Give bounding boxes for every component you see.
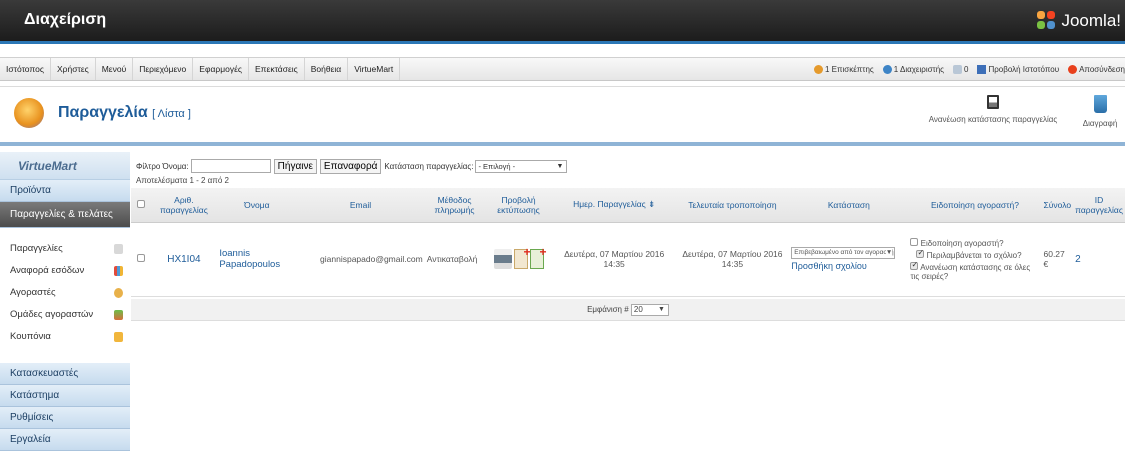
trash-icon: [1093, 95, 1107, 113]
display-count-select[interactable]: 20 ▼: [630, 303, 669, 316]
sidebar-item-products[interactable]: Προϊόντα: [0, 180, 130, 202]
user-icon: [813, 64, 823, 74]
menu-components[interactable]: Εφαρμογές: [193, 58, 249, 80]
customer-name-link[interactable]: Ioannis Papadopoulos: [219, 248, 280, 270]
page-toolbar: Παραγγελία [ Λίστα ] Ανανέωση κατάστασης…: [0, 86, 1125, 146]
menu-menus[interactable]: Μενού: [96, 58, 134, 80]
go-button[interactable]: Πήγαινε: [273, 158, 317, 174]
joomla-wordmark: Joomla!: [1061, 11, 1121, 30]
sort-icon: ⇟: [648, 199, 656, 210]
col-payment[interactable]: Μέθοδος πληρωμής: [424, 188, 485, 223]
page-subtitle: [ Λίστα ]: [152, 108, 191, 120]
save-icon: [987, 95, 999, 109]
sidebar-item-shop[interactable]: Κατάστημα: [0, 385, 130, 407]
last-modified-date: Δευτέρα, 07 Μαρτίου 2016 14:35: [675, 222, 790, 297]
chevron-down-icon: ▼: [657, 305, 665, 313]
order-status-select[interactable]: Επιβεβαιωμένο από τον αγοραστή ▼: [791, 247, 896, 259]
page-title: Παραγγελία [ Λίστα ]: [58, 104, 191, 121]
select-all-checkbox[interactable]: [136, 199, 145, 208]
printer-icon[interactable]: [493, 249, 512, 269]
joomla-logo-icon: [1037, 11, 1057, 31]
print-view-cell: + +: [484, 222, 553, 297]
monitor-icon: [977, 64, 987, 74]
col-order-number[interactable]: Αριθ. παραγγελίας: [150, 188, 218, 223]
sidebar-item-buyers[interactable]: Αγοραστές: [0, 282, 130, 304]
visitors-status: 1 Επισκέπτης: [813, 64, 874, 74]
name-filter-input[interactable]: [190, 159, 271, 173]
status-filter-label: Κατάσταση παραγγελίας:: [384, 161, 474, 171]
sidebar-item-coupons[interactable]: Κουπόνια: [0, 326, 130, 348]
payment-method: Αντικαταβολή: [424, 222, 485, 297]
update-status-button[interactable]: Ανανέωση κατάστασης παραγγελίας: [928, 95, 1058, 124]
logout-link[interactable]: Αποσύνδεση: [1068, 64, 1125, 74]
orders-icon: [14, 98, 44, 128]
notify-cell: Ειδοποίηση αγοραστή? Περιλαμβάνεται το σ…: [908, 222, 1042, 297]
admin-title: Διαχείριση: [24, 11, 107, 28]
admin-header: Διαχείριση Joomla!: [0, 0, 1125, 44]
col-total[interactable]: Σύνολο: [1041, 188, 1074, 223]
col-print-view: Προβολή εκτύπωσης: [484, 188, 553, 223]
menu-virtuemart[interactable]: VirtueMart: [348, 58, 401, 80]
admins-status: 1 Διαχειριστής: [882, 64, 944, 74]
chevron-down-icon: ▼: [885, 248, 893, 258]
results-count: Αποτελέσματα 1 - 2 από 2: [136, 176, 229, 185]
menu-help[interactable]: Βοήθεια: [305, 58, 349, 80]
virtuemart-sidebar: VirtueMart Προϊόντα Παραγγελίες & πελάτε…: [0, 152, 130, 472]
order-date: Δευτέρα, 07 Μαρτίου 2016 14:35: [552, 222, 676, 297]
update-all-checkbox[interactable]: [910, 260, 919, 270]
sidebar-item-buyer-groups[interactable]: Ομάδες αγοραστών: [0, 304, 130, 326]
col-order-date[interactable]: Ημερ. Παραγγελίας ⇟: [552, 188, 676, 223]
notify-buyer-checkbox[interactable]: [910, 237, 919, 246]
messages-status[interactable]: 0: [953, 64, 968, 74]
user-group-icon: [114, 288, 123, 298]
gift-icon: [114, 332, 123, 342]
include-comment-checkbox[interactable]: [916, 248, 925, 258]
view-site-link[interactable]: Προβολή Ιστοτόπου: [977, 64, 1059, 74]
reset-button[interactable]: Επαναφορά: [319, 158, 382, 174]
main-menu-bar: Ιστότοπος Χρήστες Μενού Περιεχόμενο Εφαρ…: [0, 57, 1125, 81]
status-cell: Επιβεβαιωμένο από τον αγοραστή ▼ Προσθήκη…: [789, 222, 909, 297]
pagination-bar: Εμφάνιση # 20 ▼: [131, 299, 1125, 321]
sidebar-item-revenue-report[interactable]: Αναφορά εσόδων: [0, 260, 130, 282]
customer-email: giannispapado@gmail.com: [296, 222, 425, 297]
delete-button[interactable]: Διαγραφή: [1080, 95, 1120, 128]
menu-site[interactable]: Ιστότοπος: [0, 58, 51, 80]
order-number-link[interactable]: HX1I04: [167, 254, 200, 265]
status-filter-select[interactable]: - Επιλογή - ▼: [475, 159, 568, 173]
menu-content[interactable]: Περιεχόμενο: [133, 58, 194, 80]
add-comment-link[interactable]: Προσθήκη σχολίου: [791, 261, 906, 271]
sidebar-item-manufacturers[interactable]: Κατασκευαστές: [0, 363, 130, 385]
table-row: HX1I04 Ioannis Papadopoulos giannispapad…: [131, 222, 1125, 297]
orders-table: Αριθ. παραγγελίας Όνομα Email Μέθοδος πλ…: [131, 188, 1125, 297]
display-count-label: Εμφάνιση #: [587, 305, 629, 314]
menu-users[interactable]: Χρήστες: [51, 58, 96, 80]
virtuemart-logo: VirtueMart: [0, 152, 130, 180]
sidebar-item-orders-customers[interactable]: Παραγγελίες & πελάτες: [0, 202, 130, 228]
admin-user-icon: [882, 64, 892, 74]
chevron-down-icon: ▼: [556, 162, 564, 170]
col-status[interactable]: Κατάσταση: [789, 188, 909, 223]
chart-icon: [114, 266, 123, 276]
sidebar-item-configuration[interactable]: Ρυθμίσεις: [0, 407, 130, 429]
col-email[interactable]: Email: [296, 188, 425, 223]
col-notify-buyer: Ειδοποίηση αγοραστή?: [908, 188, 1042, 223]
row-checkbox[interactable]: [136, 254, 145, 262]
groups-icon: [114, 310, 123, 320]
col-last-modified[interactable]: Τελευταία τροποποίηση: [675, 188, 790, 223]
filter-bar: Φίλτρο Όνομα: Πήγαινε Επαναφορά Κατάστασ…: [136, 158, 568, 174]
logout-icon: [1068, 64, 1078, 74]
col-name[interactable]: Όνομα: [217, 188, 297, 223]
order-total: 60.27 €: [1041, 222, 1074, 297]
menu-extensions[interactable]: Επεκτάσεις: [249, 58, 305, 80]
name-filter-label: Φίλτρο Όνομα:: [136, 161, 189, 171]
orders-list-icon: [114, 244, 123, 254]
sidebar-item-tools[interactable]: Εργαλεία: [0, 429, 130, 451]
add-delivery-note-icon[interactable]: +: [529, 245, 547, 269]
col-order-id[interactable]: ID παραγγελίας: [1073, 188, 1125, 223]
sidebar-item-orders[interactable]: Παραγγελίες: [0, 238, 130, 260]
order-id-link[interactable]: 2: [1075, 254, 1081, 265]
add-invoice-icon[interactable]: +: [513, 245, 531, 269]
joomla-logo: Joomla!: [1037, 8, 1121, 34]
mail-icon: [953, 64, 962, 74]
